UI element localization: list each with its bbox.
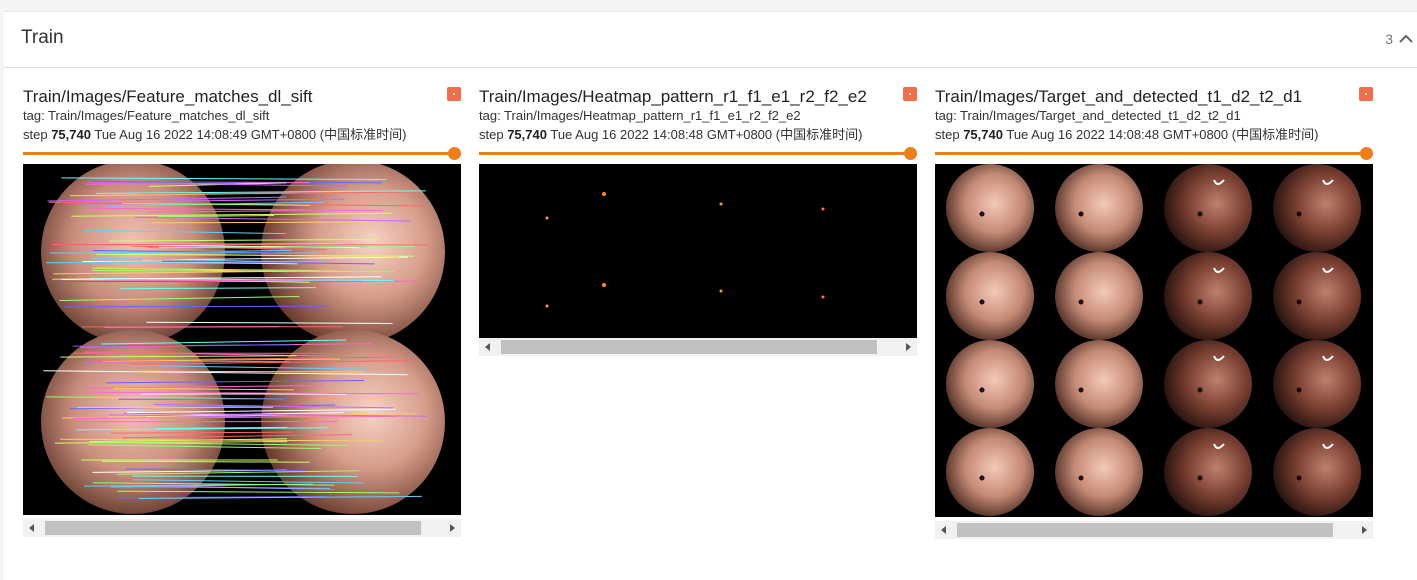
step-slider[interactable] — [479, 147, 917, 161]
slider-thumb[interactable] — [448, 147, 461, 160]
card-step: step 75,740 Tue Aug 16 2022 14:08:49 GMT… — [23, 127, 407, 142]
slider-thumb[interactable] — [904, 147, 917, 160]
image-card-feature-matches: Train/Images/Feature_matches_dl_sift tag… — [23, 87, 461, 537]
horizontal-scrollbar[interactable] — [935, 521, 1373, 539]
card-step: step 75,740 Tue Aug 16 2022 14:08:48 GMT… — [479, 127, 863, 142]
step-slider[interactable] — [23, 147, 461, 161]
card-tag: tag: Train/Images/Feature_matches_dl_sif… — [23, 108, 270, 123]
scroll-left-icon[interactable] — [935, 521, 953, 539]
section-count: 3 — [1385, 31, 1393, 47]
image-card-target-detected: Train/Images/Target_and_detected_t1_d2_t… — [935, 87, 1373, 539]
card-title: Train/Images/Heatmap_pattern_r1_f1_e1_r2… — [479, 87, 867, 106]
section-header[interactable]: Train 3 — [4, 12, 1417, 68]
chevron-up-icon[interactable] — [1397, 30, 1415, 48]
train-section: Train 3 Train/Images/Feature_matches_dl_… — [4, 11, 1417, 580]
card-tag: tag: Train/Images/Heatmap_pattern_r1_f1_… — [479, 108, 801, 123]
pin-icon[interactable] — [903, 87, 917, 101]
horizontal-scrollbar[interactable] — [23, 519, 461, 537]
scrollbar-thumb[interactable] — [501, 340, 877, 354]
horizontal-scrollbar[interactable] — [479, 338, 917, 356]
section-title: Train — [21, 27, 64, 48]
scrollbar-thumb[interactable] — [957, 523, 1333, 537]
card-title: Train/Images/Target_and_detected_t1_d2_t… — [935, 87, 1303, 106]
scrollbar-thumb[interactable] — [45, 521, 421, 535]
card-title: Train/Images/Feature_matches_dl_sift — [23, 87, 313, 106]
scroll-left-icon[interactable] — [23, 519, 41, 537]
card-tag: tag: Train/Images/Target_and_detected_t1… — [935, 108, 1241, 123]
step-slider[interactable] — [935, 147, 1373, 161]
scroll-left-icon[interactable] — [479, 338, 497, 356]
card-step: step 75,740 Tue Aug 16 2022 14:08:48 GMT… — [935, 127, 1319, 142]
target-detected-image — [935, 164, 1373, 517]
pin-icon[interactable] — [447, 87, 461, 101]
pin-icon[interactable] — [1359, 87, 1373, 101]
image-card-heatmap: Train/Images/Heatmap_pattern_r1_f1_e1_r2… — [479, 87, 917, 517]
scroll-right-icon[interactable] — [899, 338, 917, 356]
scroll-right-icon[interactable] — [443, 519, 461, 537]
slider-thumb[interactable] — [1360, 147, 1373, 160]
scroll-right-icon[interactable] — [1355, 521, 1373, 539]
feature-matches-image — [23, 164, 461, 515]
